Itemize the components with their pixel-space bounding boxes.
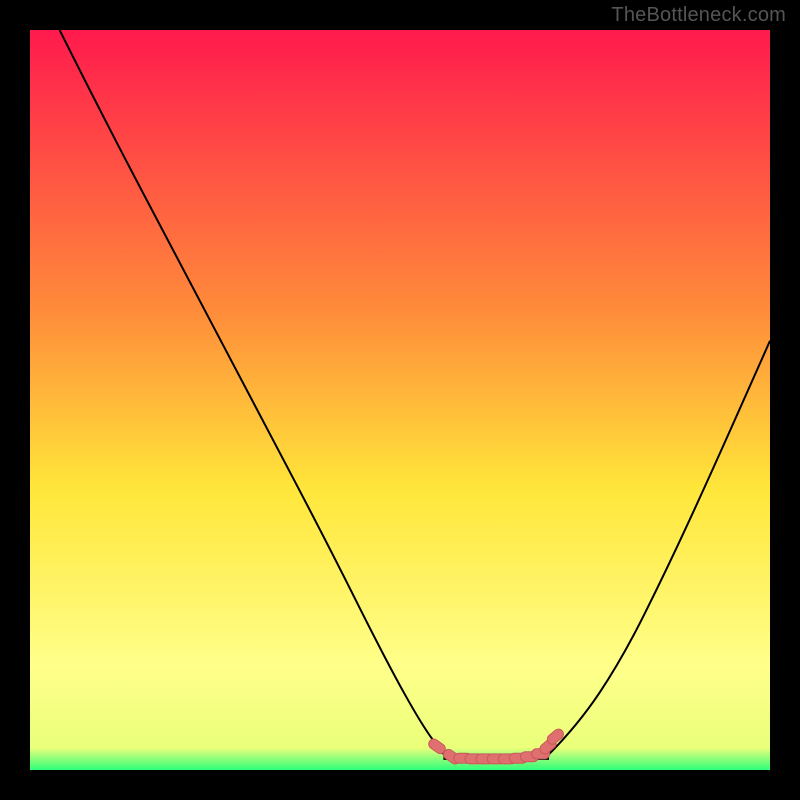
plot-area — [30, 30, 770, 770]
watermark-text: TheBottleneck.com — [611, 4, 786, 27]
chart-frame — [0, 0, 800, 800]
marker-group — [427, 727, 566, 766]
curve-path — [60, 30, 770, 759]
bottleneck-curve — [30, 30, 770, 770]
